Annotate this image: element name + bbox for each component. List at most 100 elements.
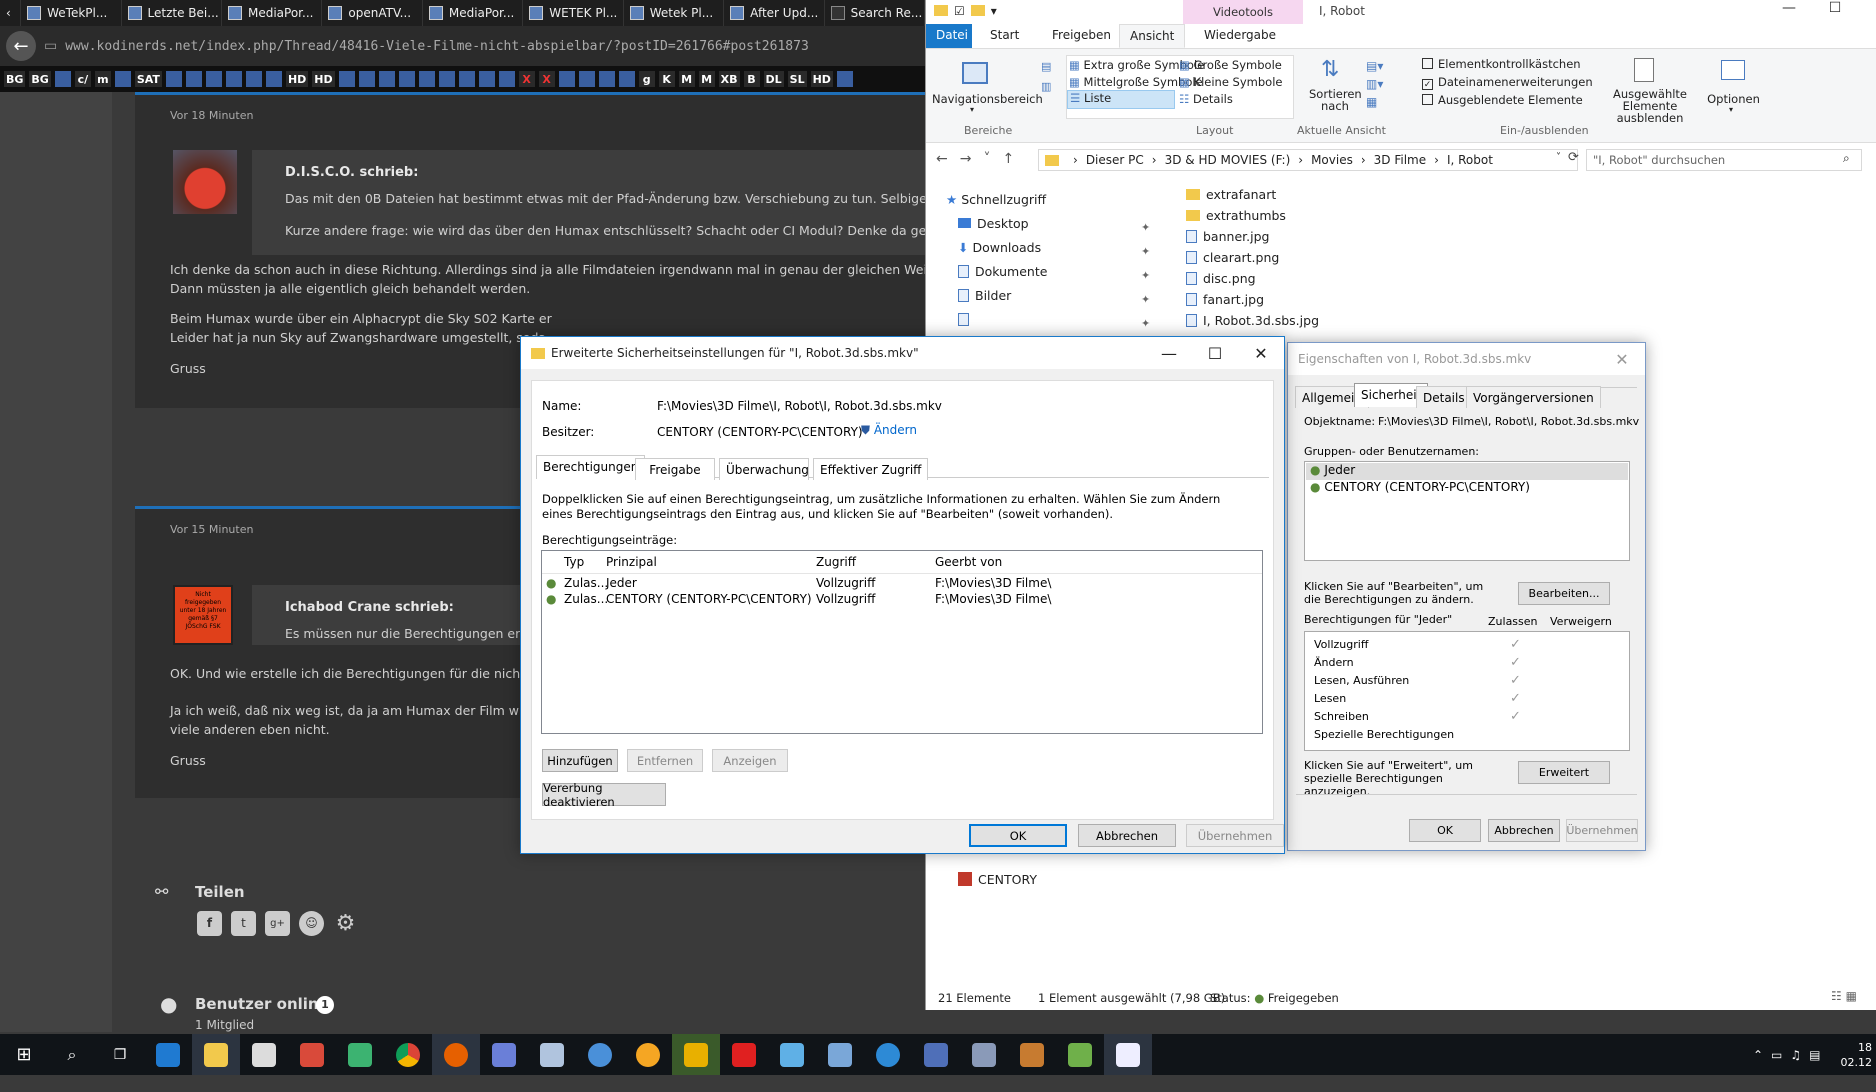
pane-icons[interactable]: ▤ ▥ — [1041, 57, 1051, 97]
file-explorer-icon[interactable] — [192, 1034, 240, 1075]
group-by-icons[interactable]: ▤▾ ▥▾ ▦ — [1366, 57, 1383, 111]
bookmark-item[interactable] — [498, 71, 515, 87]
app-icon[interactable] — [768, 1034, 816, 1075]
file-item[interactable]: clearart.png — [1186, 250, 1279, 265]
bookmark-item[interactable] — [114, 71, 131, 87]
firefox-icon[interactable] — [432, 1034, 480, 1075]
browser-tab[interactable]: MediaPor... — [423, 0, 524, 26]
breadcrumb-item[interactable]: Movies — [1311, 153, 1353, 167]
options-button[interactable]: Optionen — [1706, 92, 1761, 106]
bookmark-item[interactable] — [245, 71, 262, 87]
bookmark-item[interactable] — [398, 71, 415, 87]
store-icon[interactable] — [240, 1034, 288, 1075]
file-item[interactable]: disc.png — [1186, 271, 1256, 286]
cancel-button[interactable]: Abbrechen — [1488, 819, 1560, 842]
ok-button[interactable]: OK — [969, 824, 1067, 847]
view-button[interactable]: Anzeigen — [712, 749, 788, 772]
search-input[interactable]: "I, Robot" durchsuchen — [1586, 149, 1862, 171]
minimize-button[interactable]: — — [1766, 0, 1812, 16]
bookmark-item[interactable] — [458, 71, 475, 87]
start-button[interactable]: ⊞ — [0, 1034, 48, 1075]
maximize-button[interactable]: ☐ — [1812, 0, 1858, 16]
reddit-icon[interactable]: ☺ — [299, 911, 324, 936]
bookmark-item[interactable] — [358, 71, 375, 87]
bookmark-item[interactable]: X — [518, 71, 535, 87]
bookmark-item[interactable]: g — [638, 71, 655, 87]
bookmark-item[interactable]: HD — [810, 71, 833, 87]
nav-pictures[interactable]: Bilder — [958, 288, 1011, 303]
bookmark-item[interactable] — [578, 71, 595, 87]
bookmark-item[interactable]: XB — [718, 71, 740, 87]
tab-effective-access[interactable]: Effektiver Zugriff — [813, 458, 929, 480]
bookmark-item[interactable]: M — [698, 71, 715, 87]
bookmark-item[interactable]: X — [538, 71, 555, 87]
nav-item[interactable] — [958, 312, 975, 327]
bookmark-item[interactable]: m — [94, 71, 111, 87]
facebook-icon[interactable]: f — [197, 911, 222, 936]
bookmark-item[interactable]: BG — [4, 71, 26, 87]
bookmark-item[interactable]: SAT — [134, 71, 162, 87]
column-header[interactable]: Zugriff — [816, 555, 856, 569]
tab-details[interactable]: Details — [1416, 386, 1472, 408]
browser-tab[interactable]: MediaPor... — [222, 0, 323, 26]
bookmark-item[interactable] — [598, 71, 615, 87]
bookmark-item[interactable] — [378, 71, 395, 87]
edge-icon[interactable] — [144, 1034, 192, 1075]
bookmark-item[interactable] — [205, 71, 222, 87]
column-header[interactable]: Geerbt von — [935, 555, 1002, 569]
bookmark-item[interactable] — [418, 71, 435, 87]
edit-button[interactable]: Bearbeiten... — [1518, 582, 1610, 605]
layout-option-selected[interactable]: ☰ Liste — [1067, 90, 1175, 109]
tab-previous-versions[interactable]: Vorgängerversionen — [1466, 386, 1601, 408]
nav-desktop[interactable]: Desktop — [958, 216, 1029, 231]
search-icon[interactable]: ⌕ — [48, 1034, 96, 1075]
app-icon[interactable] — [720, 1034, 768, 1075]
tab-datei[interactable]: Datei — [926, 24, 972, 48]
nav-documents[interactable]: Dokumente — [958, 264, 1047, 279]
file-item[interactable]: fanart.jpg — [1186, 292, 1264, 307]
checkbox[interactable] — [1422, 94, 1433, 105]
view-toggle-icons[interactable]: ☷ ▦ — [1831, 989, 1857, 1003]
bookmark-item[interactable] — [185, 71, 202, 87]
change-owner-link[interactable]: ⛊ Ändern — [861, 423, 917, 438]
chevron-down-icon[interactable]: ˅ — [1556, 152, 1561, 163]
bookmark-item[interactable]: B — [743, 71, 760, 87]
twitter-icon[interactable]: t — [231, 911, 256, 936]
app-icon[interactable] — [1104, 1034, 1152, 1075]
cancel-button[interactable]: Abbrechen — [1078, 824, 1176, 847]
googleplus-icon[interactable]: g+ — [265, 911, 290, 936]
close-button[interactable]: ✕ — [1238, 337, 1284, 369]
refresh-icon[interactable]: ⟳ — [1568, 150, 1579, 165]
app-icon[interactable] — [576, 1034, 624, 1075]
bookmark-item[interactable]: M — [678, 71, 695, 87]
breadcrumb-item[interactable]: I, Robot — [1447, 153, 1493, 167]
breadcrumb-item[interactable]: 3D Filme — [1374, 153, 1426, 167]
column-header[interactable]: Typ — [564, 555, 584, 569]
gear-icon[interactable]: ⚙ — [333, 911, 358, 936]
bookmark-item[interactable]: HD — [285, 71, 309, 87]
bookmark-item[interactable] — [618, 71, 635, 87]
minimize-button[interactable]: — — [1146, 337, 1192, 369]
browser-tab[interactable]: WETEK Pl... — [523, 0, 624, 26]
app-icon[interactable] — [288, 1034, 336, 1075]
file-item[interactable]: extrafanart — [1186, 187, 1276, 202]
browser-tab[interactable]: WeTekPl... — [21, 0, 122, 26]
layout-option[interactable]: ☷ Details — [1179, 92, 1233, 106]
navigation-pane-button[interactable]: Navigationsbereich — [932, 92, 1043, 106]
bookmark-item[interactable] — [558, 71, 575, 87]
breadcrumb-item[interactable]: Dieser PC — [1086, 153, 1144, 167]
tab-ansicht[interactable]: Ansicht — [1119, 24, 1186, 48]
browser-tab[interactable]: openATV... — [322, 0, 423, 26]
sort-by-button[interactable]: Sortieren nach — [1309, 88, 1362, 112]
bookmark-item[interactable] — [836, 71, 853, 87]
list-item-selected[interactable]: ● Jeder — [1306, 463, 1628, 480]
bookmark-item[interactable] — [165, 71, 182, 87]
tab-scroll-left[interactable]: ‹ — [0, 0, 22, 26]
tab-freigeben[interactable]: Freigeben — [1042, 24, 1121, 48]
apply-button[interactable]: Übernehmen — [1186, 824, 1284, 847]
layout-option[interactable]: ▦ Große Symbole — [1179, 58, 1282, 72]
bookmark-item[interactable] — [265, 71, 282, 87]
bookmark-item[interactable]: K — [658, 71, 675, 87]
bookmark-item[interactable] — [338, 71, 355, 87]
nav-centory[interactable]: CENTORY — [958, 872, 1037, 887]
